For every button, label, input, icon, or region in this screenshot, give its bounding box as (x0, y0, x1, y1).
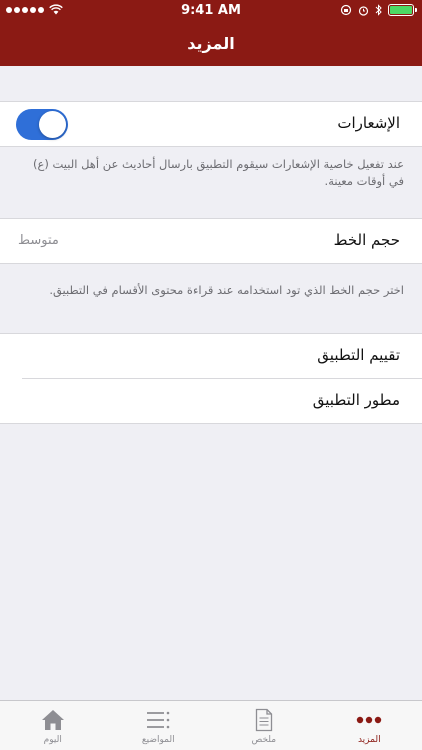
developer-label: مطور التطبيق (312, 391, 400, 409)
font-size-label: حجم الخط (333, 231, 400, 249)
tab-today-label: اليوم (43, 735, 62, 745)
notifications-note: عند تفعيل خاصية الإشعارات سيقوم التطبيق … (33, 157, 404, 188)
home-icon (41, 710, 64, 730)
rate-app-row[interactable]: تقييم التطبيق (0, 334, 422, 378)
battery-icon (388, 4, 417, 16)
bluetooth-icon (375, 4, 382, 16)
status-right (340, 4, 417, 16)
font-size-section: حجم الخط متوسط (0, 218, 422, 264)
document-icon (255, 708, 272, 732)
developer-row[interactable]: مطور التطبيق (0, 379, 422, 423)
tab-more[interactable]: المزيد (317, 701, 422, 750)
tab-more-label: المزيد (357, 735, 381, 745)
font-size-note: اختر حجم الخط الذي تود استخدامه عند قراء… (49, 283, 404, 297)
notifications-section: الإشعارات (0, 101, 422, 147)
toggle-knob[interactable] (39, 111, 66, 138)
tab-bar: المزيد ملخص المواضيع اليوم (0, 700, 422, 750)
notifications-toggle[interactable] (16, 109, 68, 140)
notifications-row: الإشعارات (0, 102, 422, 146)
tab-topics[interactable]: المواضيع (106, 701, 212, 750)
orientation-lock-icon (340, 4, 352, 16)
page-title: المزيد (187, 34, 235, 53)
alarm-icon (358, 5, 369, 16)
notifications-label: الإشعارات (337, 114, 400, 132)
tab-summary-label: ملخص (251, 735, 277, 745)
links-section: تقييم التطبيق مطور التطبيق (0, 333, 422, 424)
battery-fill (390, 6, 412, 14)
tab-today[interactable]: اليوم (0, 701, 106, 750)
tab-summary[interactable]: ملخص (211, 701, 317, 750)
more-dots-icon (357, 716, 382, 724)
rate-app-label: تقييم التطبيق (317, 346, 400, 364)
status-bar: 9:41 AM (0, 0, 422, 22)
font-size-value: متوسط (18, 233, 59, 248)
navigation-bar: المزيد (0, 22, 422, 66)
list-icon (147, 711, 170, 729)
font-size-row[interactable]: حجم الخط متوسط (0, 219, 422, 263)
tab-topics-label: المواضيع (141, 735, 175, 745)
